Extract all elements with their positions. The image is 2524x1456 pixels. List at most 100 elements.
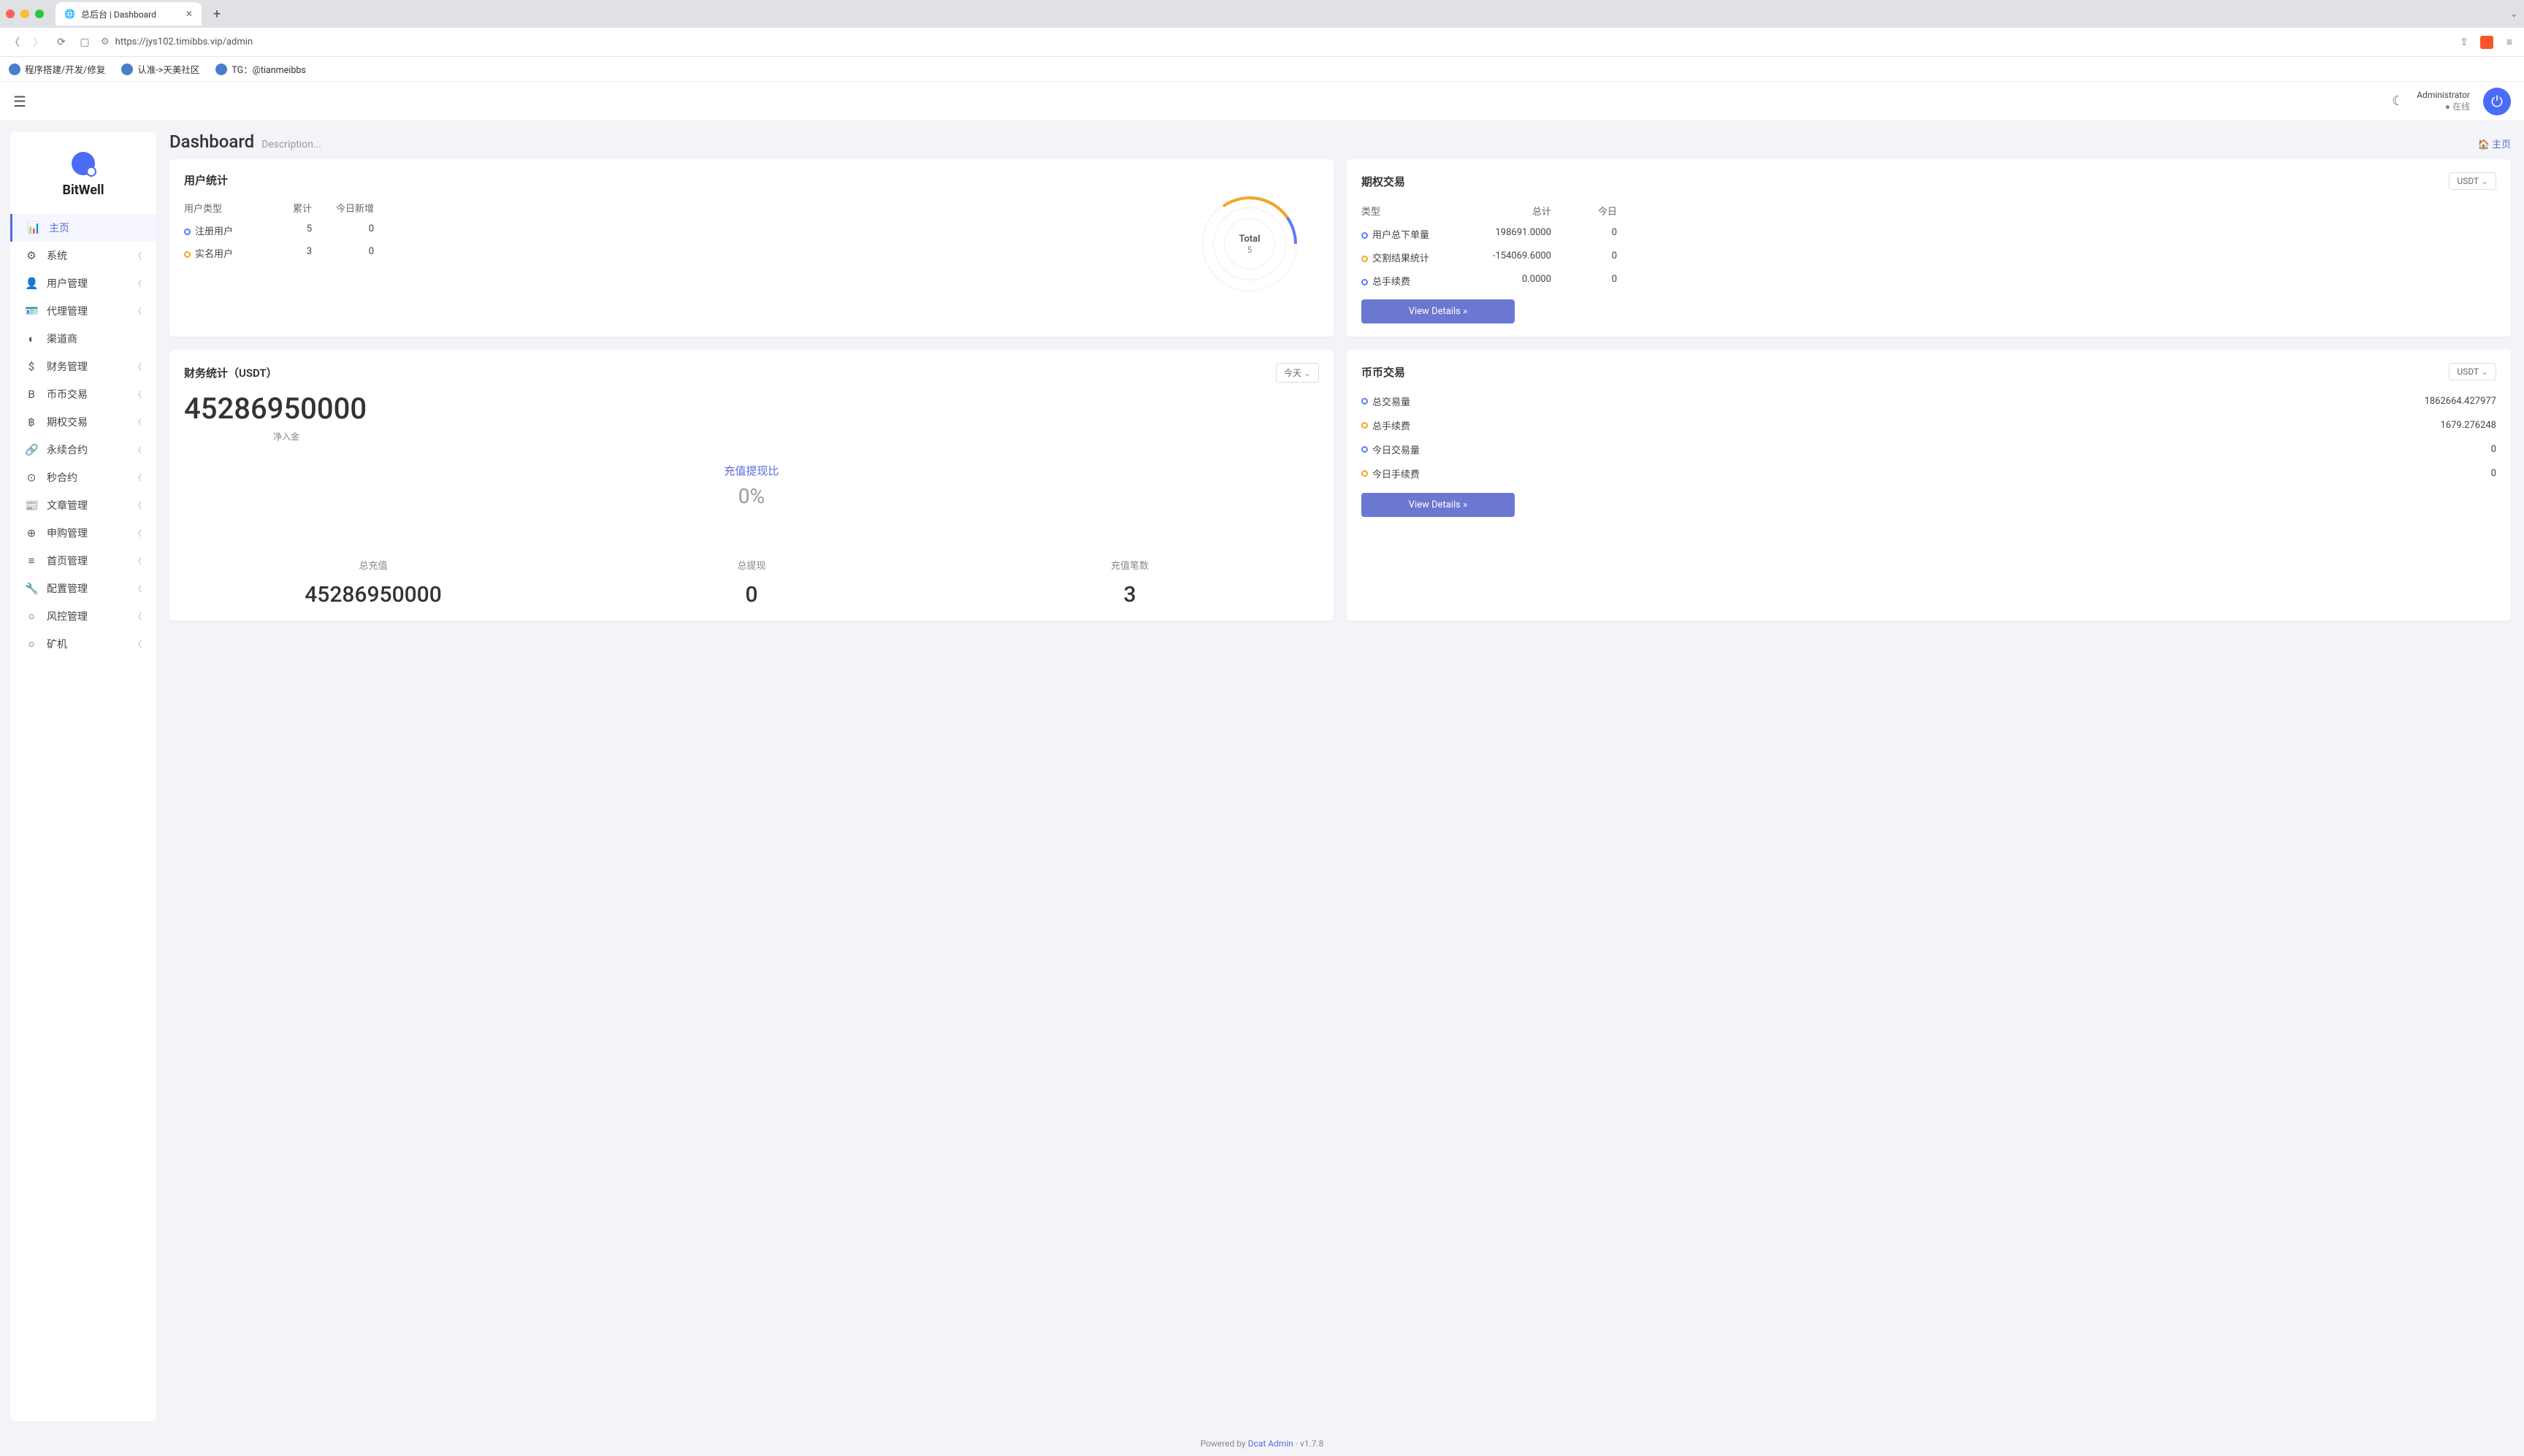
- breadcrumb[interactable]: 🏠 主页: [2478, 137, 2511, 150]
- menu-icon: 📰: [25, 499, 38, 512]
- stat-label: 充值笔数: [941, 558, 1319, 572]
- bookmark-favicon: [121, 64, 133, 75]
- card-title: 用户统计: [184, 172, 228, 188]
- sidebar-item-财务管理[interactable]: $财务管理〈: [10, 353, 156, 380]
- chevron-icon: 〈: [134, 416, 142, 428]
- sidebar: BitWell 📊主页⚙系统〈👤用户管理〈🪪代理管理〈◐渠道商$财务管理〈B币币…: [10, 131, 156, 1421]
- ratio-value: 0%: [184, 484, 1319, 508]
- ratio-label: 充值提现比: [184, 463, 1319, 478]
- sidebar-item-永续合约[interactable]: 🔗 永续合约 〈: [10, 436, 156, 464]
- donut-chart: Total 5: [1202, 196, 1297, 291]
- sidebar-item-用户管理[interactable]: 👤用户管理〈: [10, 269, 156, 297]
- bookmark-favicon: [9, 64, 20, 75]
- menu-label: 申购管理: [47, 526, 88, 540]
- page-title: Dashboard: [169, 131, 254, 152]
- avatar[interactable]: ⏻: [2483, 88, 2511, 115]
- sidebar-item-申购管理[interactable]: ⊕申购管理〈: [10, 519, 156, 547]
- brand-logo[interactable]: BitWell: [10, 139, 156, 214]
- list-item: 总手续费1679.276248: [1361, 413, 2496, 437]
- brand-icon: [72, 152, 95, 175]
- stat-label: 总提现: [562, 558, 941, 572]
- card-title: 财务统计（USDT）: [184, 365, 278, 380]
- bookmarks-bar: 程序搭建/开发/修复 认准->天美社区 TG：@tianmeibbs: [0, 57, 2524, 82]
- share-icon[interactable]: ⇪: [2457, 37, 2471, 48]
- sidebar-item-文章管理[interactable]: 📰文章管理〈: [10, 491, 156, 519]
- bookmark-item[interactable]: TG：@tianmeibbs: [215, 62, 305, 76]
- period-dropdown[interactable]: 今天: [1276, 363, 1319, 383]
- admin-dropdown[interactable]: Administrator 在线: [2417, 90, 2470, 112]
- bookmark-item[interactable]: 认准->天美社区: [121, 62, 199, 76]
- view-details-button[interactable]: View Details: [1361, 493, 1515, 517]
- reload-button[interactable]: ⟳: [54, 37, 69, 48]
- currency-dropdown[interactable]: USDT: [2449, 363, 2496, 380]
- sidebar-item-风控管理[interactable]: ○风控管理〈: [10, 602, 156, 630]
- menu-icon: 🔧: [25, 582, 38, 595]
- stat-value: 45286950000: [184, 582, 562, 608]
- net-deposit-value: 45286950000: [184, 391, 1319, 426]
- new-tab-button[interactable]: +: [207, 7, 226, 22]
- menu-label: 永续合约: [47, 442, 88, 457]
- sidebar-item-主页[interactable]: 📊主页: [10, 214, 156, 242]
- admin-status: 在线: [2417, 101, 2470, 113]
- sidebar-item-渠道商[interactable]: ◐渠道商: [10, 325, 156, 353]
- view-details-button[interactable]: View Details: [1361, 299, 1515, 323]
- menu-label: 配置管理: [47, 581, 88, 596]
- menu-label: 期权交易: [47, 415, 88, 429]
- chevron-icon: 〈: [134, 444, 142, 456]
- tabbar-chevron-icon[interactable]: ⌄: [2509, 8, 2518, 20]
- menu-label: 风控管理: [47, 609, 88, 624]
- card-title: 期权交易: [1361, 174, 1405, 189]
- sidebar-menu: 📊主页⚙系统〈👤用户管理〈🪪代理管理〈◐渠道商$财务管理〈B币币交易〈฿期权交易…: [10, 214, 156, 658]
- stat-column: 总充值45286950000: [184, 558, 562, 608]
- menu-icon: ≡: [25, 554, 38, 567]
- brave-shield-icon[interactable]: [2480, 36, 2493, 49]
- menu-icon: ⚙: [25, 249, 38, 262]
- sidebar-item-币币交易[interactable]: B币币交易〈: [10, 380, 156, 408]
- tab-close-icon[interactable]: ✕: [186, 9, 193, 19]
- window-min-icon[interactable]: [20, 9, 29, 18]
- sidebar-item-秒合约[interactable]: ⊙秒合约〈: [10, 464, 156, 491]
- list-item: 今日交易量0: [1361, 437, 2496, 461]
- sidebar-item-期权交易[interactable]: ฿期权交易〈: [10, 408, 156, 436]
- menu-icon: B: [25, 388, 38, 401]
- finance-stats-card: 财务统计（USDT） 今天 45286950000 净入金 充值提现比 0% 总…: [169, 350, 1334, 621]
- footer-link[interactable]: Dcat Admin: [1248, 1438, 1293, 1449]
- back-button[interactable]: 〈: [7, 35, 22, 50]
- url-field[interactable]: ⚙ https://jys102.timibbs.vip/admin: [101, 37, 2448, 47]
- stat-column: 总提现 0: [562, 558, 941, 608]
- hamburger-icon[interactable]: ☰: [13, 93, 26, 110]
- bullet-icon: [1361, 279, 1368, 286]
- bookmark-icon[interactable]: ▢: [77, 37, 92, 48]
- window-max-icon[interactable]: [35, 9, 44, 18]
- bullet-icon: [1361, 446, 1368, 453]
- site-settings-icon[interactable]: ⚙: [101, 37, 110, 47]
- chevron-icon: 〈: [134, 555, 142, 567]
- sidebar-item-系统[interactable]: ⚙系统〈: [10, 242, 156, 269]
- sidebar-item-矿机[interactable]: ○矿机〈: [10, 630, 156, 658]
- card-title: 币币交易: [1361, 364, 1405, 380]
- menu-label: 用户管理: [47, 276, 88, 291]
- menu-icon: ○: [25, 610, 38, 623]
- dark-mode-toggle[interactable]: ☾: [2392, 93, 2403, 109]
- menu-icon: 🔗: [25, 443, 38, 456]
- browser-tab[interactable]: 🌐 总后台 | Dashboard ✕: [56, 2, 202, 26]
- url-text: https://jys102.timibbs.vip/admin: [115, 37, 253, 47]
- chevron-icon: 〈: [134, 388, 142, 400]
- window-close-icon[interactable]: [6, 9, 15, 18]
- globe-icon: 🌐: [64, 9, 75, 19]
- table-row: 用户总下单量198691.00000: [1361, 222, 2496, 245]
- donut-value: 5: [1239, 245, 1260, 255]
- sidebar-item-代理管理[interactable]: 🪪代理管理〈: [10, 297, 156, 325]
- sidebar-item-首页管理[interactable]: ≡首页管理〈: [10, 547, 156, 575]
- bookmark-item[interactable]: 程序搭建/开发/修复: [9, 62, 105, 76]
- currency-dropdown[interactable]: USDT: [2449, 172, 2496, 190]
- chevron-icon: 〈: [134, 305, 142, 317]
- user-stats-card: 用户统计 用户类型 累计 今日新增 注册用户50实名用户30: [169, 159, 1334, 337]
- table-row: 总手续费0.00000: [1361, 269, 2496, 292]
- table-row: 注册用户50: [184, 219, 374, 242]
- menu-icon[interactable]: ≡: [2502, 36, 2517, 48]
- coin-trading-card: 币币交易 USDT 总交易量1862664.427977总手续费1679.276…: [1347, 350, 2511, 621]
- stat-value: 0: [562, 582, 941, 608]
- menu-icon: ⊕: [25, 526, 38, 540]
- sidebar-item-配置管理[interactable]: 🔧配置管理〈: [10, 575, 156, 602]
